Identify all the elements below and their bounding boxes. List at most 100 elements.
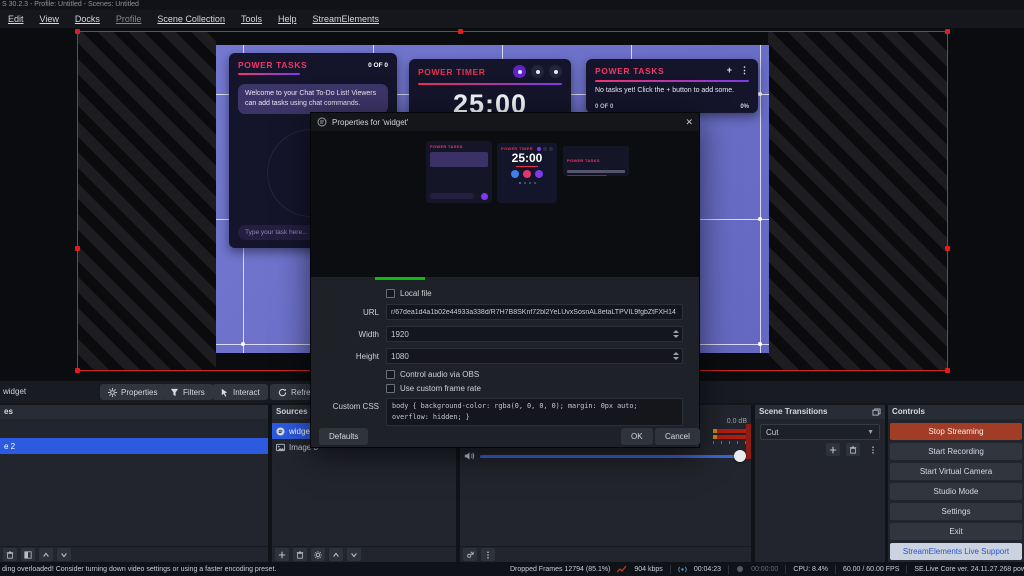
title-underline	[238, 73, 300, 75]
plus-icon	[829, 446, 837, 454]
widget-title: POWER TASKS	[238, 60, 307, 70]
sources-toolbar	[272, 546, 456, 562]
ok-button[interactable]: OK	[621, 428, 653, 445]
cancel-button[interactable]: Cancel	[655, 428, 700, 445]
move-scene-down-button[interactable]	[57, 548, 71, 561]
menu-view[interactable]: View	[32, 14, 67, 24]
move-scene-up-button[interactable]	[39, 548, 53, 561]
exit-button[interactable]: Exit	[890, 523, 1022, 540]
obs-window: S 30.2.3 - Profile: Untitled - Scenes: U…	[0, 0, 1024, 576]
filters-button[interactable]: Filters	[162, 384, 213, 400]
preview-tasks-card: POWER TASKS	[426, 141, 492, 203]
transition-select[interactable]: Cut ▼	[760, 424, 880, 440]
image-icon	[276, 443, 285, 452]
transform-handle[interactable]	[945, 368, 950, 373]
refresh-icon	[278, 388, 287, 397]
checkbox-icon[interactable]	[386, 289, 395, 298]
url-input[interactable]	[386, 304, 683, 320]
record-time: 00:00:00	[751, 566, 778, 573]
custom-css-input[interactable]: body { background-color: rgba(0, 0, 0, 0…	[386, 398, 683, 426]
move-source-down-button[interactable]	[347, 548, 361, 561]
width-spinner[interactable]	[671, 327, 681, 341]
menu-edit[interactable]: Edit	[0, 14, 32, 24]
scene-list-item[interactable]: e 2	[0, 438, 268, 454]
timer-reset-icon[interactable]	[531, 65, 544, 78]
se-live-support-button[interactable]: StreamElements Live Support	[890, 543, 1022, 560]
start-virtual-camera-button[interactable]: Start Virtual Camera	[890, 463, 1022, 480]
kebab-menu-icon[interactable]: ⋮	[740, 65, 749, 76]
chevron-down-icon: ▼	[867, 429, 874, 436]
menu-help[interactable]: Help	[270, 14, 305, 24]
chevron-down-icon	[350, 551, 358, 559]
properties-dialog: Properties for 'widget' ✕ POWER TASKS PO…	[310, 112, 700, 448]
out-of-canvas-stripes-right	[768, 32, 947, 370]
stop-streaming-button[interactable]: Stop Streaming	[890, 423, 1022, 440]
source-properties-button[interactable]	[311, 548, 325, 561]
add-icon[interactable]: +	[727, 65, 732, 76]
mixer-menu-button[interactable]	[481, 548, 495, 561]
menu-docks[interactable]: Docks	[67, 14, 108, 24]
transform-handle[interactable]	[75, 246, 80, 251]
transform-handle[interactable]	[458, 29, 463, 34]
local-file-checkbox-row[interactable]: Local file	[386, 289, 432, 298]
scene-filters-button[interactable]	[21, 548, 35, 561]
window-title: S 30.2.3 - Profile: Untitled - Scenes: U…	[0, 0, 1024, 10]
defaults-button[interactable]: Defaults	[319, 428, 368, 445]
add-transition-button[interactable]	[826, 443, 840, 456]
start-recording-button[interactable]: Start Recording	[890, 443, 1022, 460]
menu-streamelements[interactable]: StreamElements	[304, 14, 387, 24]
height-spinner[interactable]	[671, 349, 681, 363]
chevron-up-icon	[42, 551, 50, 559]
add-source-button[interactable]	[275, 548, 289, 561]
menu-profile[interactable]: Profile	[108, 14, 150, 24]
width-input[interactable]	[386, 326, 683, 342]
properties-button[interactable]: Properties	[100, 384, 165, 400]
transform-handle[interactable]	[945, 29, 950, 34]
out-of-canvas-stripes-left	[78, 32, 216, 370]
remove-scene-button[interactable]	[3, 548, 17, 561]
volume-meter	[713, 429, 748, 444]
widget-title: POWER TASKS	[595, 66, 664, 76]
stream-time: 00:04:23	[694, 566, 721, 573]
timer-play-icon[interactable]	[513, 65, 526, 78]
interact-button[interactable]: Interact	[212, 384, 268, 400]
custom-fps-checkbox-row[interactable]: Use custom frame rate	[386, 384, 481, 393]
power-tasks-widget-compact: POWER TASKS + ⋮ No tasks yet! Click the …	[586, 59, 758, 113]
volume-slider[interactable]	[480, 455, 745, 458]
transform-handle[interactable]	[75, 368, 80, 373]
advanced-audio-button[interactable]	[463, 548, 477, 561]
gear-icon	[108, 388, 117, 397]
checkbox-icon[interactable]	[386, 370, 395, 379]
volume-slider-handle[interactable]	[734, 450, 746, 462]
scenes-panel: es e 2	[0, 405, 268, 562]
status-bar: ding overloaded! Consider turning down v…	[0, 562, 1024, 576]
control-audio-label: Control audio via OBS	[400, 370, 479, 379]
stream-status-icon	[678, 565, 687, 573]
filter-icon	[170, 388, 179, 397]
dialog-titlebar[interactable]: Properties for 'widget' ✕	[311, 113, 699, 131]
streamelements-icon	[276, 427, 285, 436]
menu-tools[interactable]: Tools	[233, 14, 270, 24]
dock-icon[interactable]	[872, 408, 881, 416]
close-icon[interactable]: ✕	[685, 117, 693, 128]
menu-scene-collection[interactable]: Scene Collection	[149, 14, 233, 24]
chevron-up-icon	[332, 551, 340, 559]
control-audio-checkbox-row[interactable]: Control audio via OBS	[386, 370, 479, 379]
checkbox-icon[interactable]	[386, 384, 395, 393]
remove-transition-button[interactable]	[846, 443, 860, 456]
transform-handle[interactable]	[75, 29, 80, 34]
preview-tasks-card-compact: POWER TASKS	[563, 146, 629, 176]
preview-title: POWER TASKS	[567, 158, 600, 163]
gear-arrow-icon	[466, 551, 474, 559]
filters-label: Filters	[183, 388, 205, 397]
welcome-message: Welcome to your Chat To-Do List! Viewers…	[238, 84, 388, 114]
settings-button[interactable]: Settings	[890, 503, 1022, 520]
transition-menu-button[interactable]	[866, 443, 880, 456]
studio-mode-button[interactable]: Studio Mode	[890, 483, 1022, 500]
move-source-up-button[interactable]	[329, 548, 343, 561]
transform-handle[interactable]	[945, 246, 950, 251]
timer-settings-icon[interactable]	[549, 65, 562, 78]
remove-source-button[interactable]	[293, 548, 307, 561]
transition-selected: Cut	[766, 428, 778, 437]
height-input[interactable]	[386, 348, 683, 364]
